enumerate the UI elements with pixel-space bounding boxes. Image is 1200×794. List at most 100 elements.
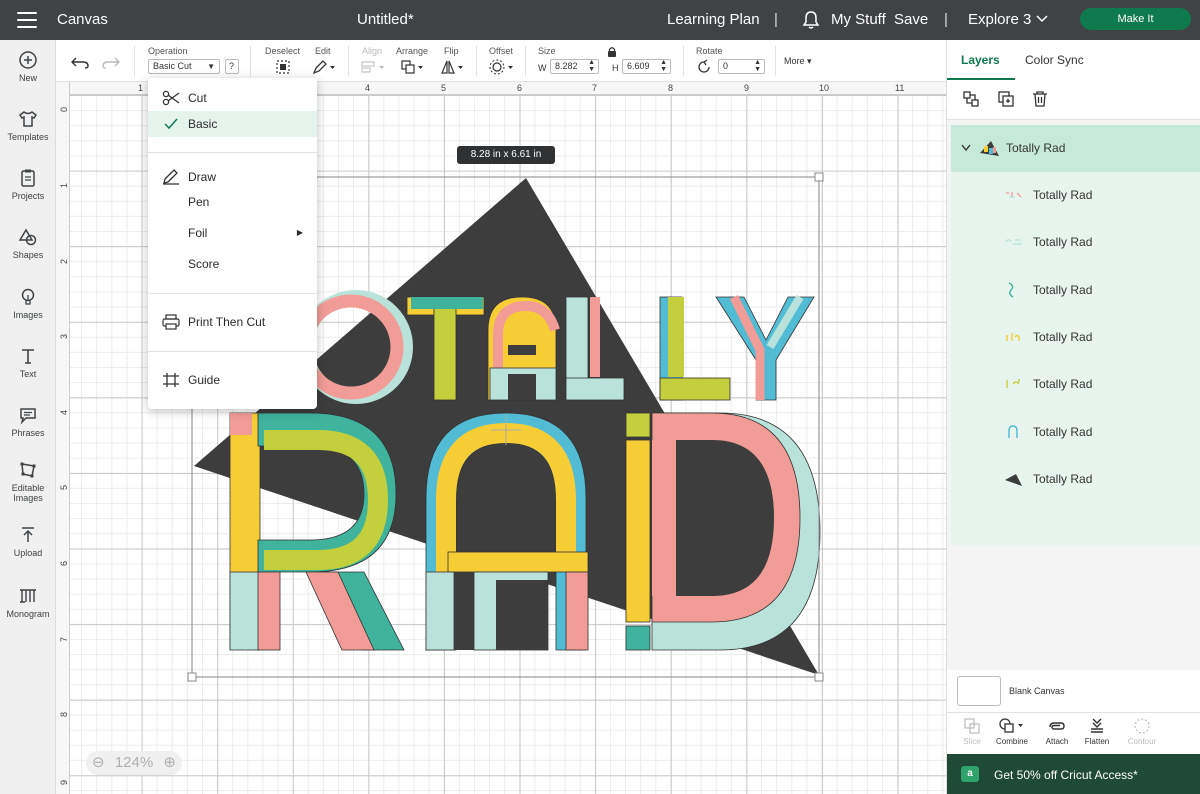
menu-item-pen[interactable]: Pen: [148, 189, 317, 215]
document-title[interactable]: Untitled*: [357, 11, 414, 28]
layer-thumbnail: [1008, 425, 1018, 438]
edit-pencil-icon[interactable]: [312, 59, 336, 75]
menu-label: Print Then Cut: [188, 315, 266, 329]
sidebar-item-upload[interactable]: Upload: [0, 525, 56, 558]
blank-canvas-row[interactable]: Blank Canvas: [947, 670, 1200, 712]
layer-label: Totally Rad: [1033, 377, 1093, 391]
align-label: Align: [362, 46, 383, 56]
menu-item-score[interactable]: Score: [148, 251, 317, 277]
flip-icon[interactable]: [440, 59, 466, 75]
sidebar-item-editable-images[interactable]: Editable Images: [0, 460, 56, 503]
deselect-label: Deselect: [265, 46, 301, 56]
top-separator: |: [774, 11, 778, 28]
action-label: Combine: [995, 737, 1028, 746]
ruler-tick: 9: [744, 83, 750, 93]
sidebar-item-monogram[interactable]: Monogram: [0, 586, 56, 619]
size-label: Size: [538, 46, 556, 56]
scissors-icon: [162, 90, 180, 106]
shirt-icon: [18, 111, 38, 127]
bell-icon[interactable]: [802, 10, 820, 30]
right-panel: Layers Color Sync Totally Rad Totally Ra…: [946, 40, 1200, 794]
menu-item-guide[interactable]: Guide: [148, 367, 317, 393]
combine-button[interactable]: Combine: [987, 717, 1037, 746]
layer-row[interactable]: Totally Rad: [951, 219, 1200, 266]
learning-plan-link[interactable]: Learning Plan: [667, 11, 760, 28]
sidebar-item-templates[interactable]: Templates: [0, 109, 56, 142]
zoom-out-icon[interactable]: ⊖: [92, 751, 105, 775]
make-it-button[interactable]: Make It: [1080, 8, 1191, 30]
sidebar-item-new[interactable]: New: [0, 50, 56, 83]
duplicate-icon[interactable]: [997, 90, 1015, 108]
paperclip-icon: [1049, 722, 1065, 730]
resize-handle[interactable]: [814, 172, 824, 182]
pencil-icon: [163, 169, 179, 185]
operation-help-button[interactable]: ?: [225, 59, 239, 74]
trash-icon[interactable]: [1031, 90, 1049, 108]
menu-item-print-then-cut[interactable]: Print Then Cut: [148, 309, 317, 335]
layer-row[interactable]: Totally Rad: [951, 314, 1200, 361]
group-icon[interactable]: [962, 90, 980, 108]
operation-select[interactable]: Basic Cut ▼: [148, 59, 220, 74]
layer-thumbnail: [1006, 192, 1022, 198]
flip-label: Flip: [444, 46, 459, 56]
sidebar-item-images[interactable]: Images: [0, 287, 56, 320]
my-stuff-link[interactable]: My Stuff: [831, 11, 886, 28]
save-button[interactable]: Save: [894, 11, 928, 28]
undo-icon[interactable]: [71, 55, 89, 69]
tab-color-sync[interactable]: Color Sync: [1025, 53, 1084, 67]
ruler-tick: 5: [59, 484, 69, 490]
stepper-icon[interactable]: ▲ ▼: [660, 59, 667, 73]
sidebar-item-phrases[interactable]: Phrases: [0, 405, 56, 438]
resize-handle[interactable]: [187, 672, 197, 682]
arrange-icon[interactable]: [400, 59, 426, 75]
tab-layers[interactable]: Layers: [961, 53, 1000, 67]
layer-thumbnail: [1005, 474, 1022, 486]
layer-group-row[interactable]: Totally Rad: [951, 125, 1200, 172]
resize-handle[interactable]: [814, 672, 824, 682]
lock-icon[interactable]: [607, 46, 617, 58]
zoom-in-icon[interactable]: ⊕: [163, 751, 176, 775]
rotate-icon[interactable]: [696, 59, 712, 75]
chevron-down-icon[interactable]: [961, 144, 971, 152]
left-sidebar: New Templates Projects Shapes Images Tex…: [0, 40, 56, 794]
panel-tabs: Layers Color Sync: [947, 40, 1200, 80]
layer-label: Totally Rad: [1033, 283, 1093, 297]
rotate-input[interactable]: 0 ▲ ▼: [718, 59, 765, 74]
height-input[interactable]: 6.609 ▲ ▼: [622, 59, 671, 74]
sidebar-item-shapes[interactable]: Shapes: [0, 227, 56, 260]
more-button[interactable]: More ▾: [784, 56, 812, 67]
stepper-icon[interactable]: ▲ ▼: [588, 59, 595, 73]
cricut-access-promo[interactable]: a Get 50% off Cricut Access*: [947, 754, 1200, 794]
menu-item-basic-cut[interactable]: Basic: [148, 111, 317, 137]
contour-button[interactable]: Contour: [1117, 717, 1167, 746]
redo-icon[interactable]: [102, 55, 120, 69]
chevron-down-icon[interactable]: [1036, 14, 1048, 24]
toolbar-divider: [683, 46, 684, 76]
blank-canvas-swatch[interactable]: [957, 676, 1001, 706]
width-input[interactable]: 8.282 ▲ ▼: [550, 59, 599, 74]
flatten-button[interactable]: Flatten: [1072, 717, 1122, 746]
layer-row[interactable]: Totally Rad: [951, 267, 1200, 314]
deselect-icon[interactable]: [275, 59, 291, 75]
offset-icon[interactable]: [488, 59, 516, 75]
sidebar-item-label: Templates: [7, 132, 49, 142]
layer-row[interactable]: Totally Rad: [951, 361, 1200, 408]
action-label: Slice: [963, 737, 981, 746]
ruler-tick: 11: [895, 83, 905, 93]
layer-row[interactable]: Totally Rad: [951, 456, 1200, 503]
sidebar-item-projects[interactable]: Projects: [0, 168, 56, 201]
menu-label: Cut: [188, 91, 207, 105]
menu-item-foil[interactable]: Foil ▶: [148, 220, 317, 246]
align-icon[interactable]: [360, 59, 386, 75]
layer-group-label: Totally Rad: [1006, 141, 1066, 155]
offset-label: Offset: [489, 46, 513, 56]
layer-thumbnail: [1008, 282, 1014, 298]
ruler-tick: 0: [59, 106, 69, 112]
more-label: More: [784, 56, 805, 66]
sidebar-item-text[interactable]: Text: [0, 346, 56, 379]
machine-select[interactable]: Explore 3: [968, 11, 1031, 28]
stepper-icon[interactable]: ▲ ▼: [754, 59, 761, 73]
layer-row[interactable]: Totally Rad: [951, 172, 1200, 219]
hamburger-menu-icon[interactable]: [17, 12, 37, 28]
layer-row[interactable]: Totally Rad: [951, 409, 1200, 456]
